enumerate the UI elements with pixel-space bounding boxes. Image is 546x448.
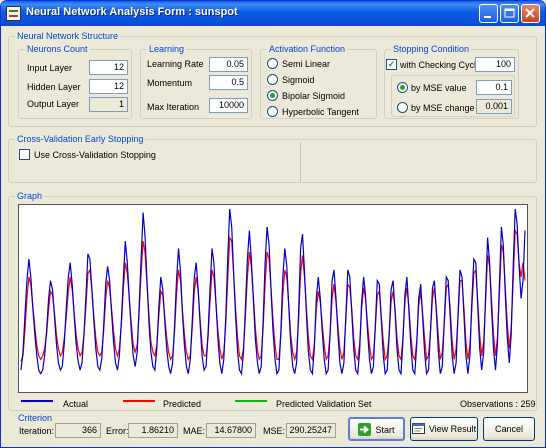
crossval-checkbox-label: Use Cross-Validation Stopping (34, 150, 156, 160)
momentum-field[interactable]: 0.5 (209, 75, 248, 90)
error-label: Error: (106, 426, 129, 436)
legend-predicted-swatch (123, 400, 155, 402)
start-button-label: Start (375, 425, 395, 435)
mae-label: MAE: (183, 426, 206, 436)
legend-predicted-label: Predicted (163, 399, 202, 409)
crossval-group-label: Cross-Validation Early Stopping (15, 134, 146, 144)
start-arrow-icon (358, 423, 372, 437)
output-layer-field: 1 (89, 97, 128, 112)
app-icon (6, 6, 21, 21)
semi-linear-label: Semi Linear (282, 59, 331, 69)
radio-hyperbolic-tangent[interactable] (267, 106, 278, 117)
legend-validation-label: Predicted Validation Set (276, 399, 372, 409)
max-iteration-label: Max Iteration (147, 102, 200, 112)
minimize-button[interactable] (479, 4, 498, 23)
checking-cycle-field[interactable]: 100 (475, 57, 515, 72)
actual-series-line (20, 208, 526, 376)
cancel-button-label: Cancel (494, 424, 523, 434)
title-bar[interactable]: Neural Network Analysis Form : sunspot (1, 1, 545, 26)
crossval-group: Cross-Validation Early Stopping (8, 134, 537, 183)
learning-group-label: Learning (147, 44, 187, 54)
view-result-button-label: View Result (428, 424, 477, 434)
bipolar-sigmoid-label: Bipolar Sigmoid (282, 91, 346, 101)
graph-group-label: Graph (15, 191, 45, 201)
checking-cycle-checkbox[interactable]: ✓ (386, 59, 397, 70)
maximize-icon (504, 8, 515, 18)
sigmoid-label: Sigmoid (282, 75, 315, 85)
mse-value-field[interactable]: 0.1 (476, 80, 512, 95)
cancel-button[interactable]: Cancel (483, 417, 535, 441)
stopping-group-label: Stopping Condition (391, 44, 472, 54)
chart-svg (20, 208, 526, 376)
main-window: Neural Network Analysis Form : sunspot N… (0, 0, 546, 448)
window-title: Neural Network Analysis Form : sunspot (26, 6, 238, 18)
start-button[interactable]: Start (348, 417, 405, 441)
legend-actual-label: Actual (63, 399, 89, 409)
hyperbolic-tangent-label: Hyperbolic Tangent (282, 107, 359, 117)
maximize-button[interactable] (500, 4, 519, 23)
activation-group-label: Activation Function (267, 44, 348, 54)
neurons-group-label: Neurons Count (25, 44, 90, 54)
observations-count: Observations : 259 (460, 399, 536, 409)
mae-value: 14.67800 (206, 423, 256, 438)
mse-change-label: by MSE change (411, 103, 475, 113)
momentum-label: Momentum (147, 78, 193, 88)
input-layer-field[interactable]: 12 (89, 60, 128, 75)
error-value: 1.86210 (128, 423, 178, 438)
criterion-label: Criterion (18, 413, 53, 423)
mse-value-label: by MSE value (411, 83, 467, 93)
learning-rate-label: Learning Rate (147, 59, 204, 69)
radio-bipolar-sigmoid[interactable] (267, 90, 278, 101)
radio-semi-linear[interactable] (267, 58, 278, 69)
radio-sigmoid[interactable] (267, 74, 278, 85)
radio-mse-value[interactable] (397, 82, 408, 93)
close-icon (525, 8, 535, 18)
minimize-icon (484, 16, 491, 18)
max-iteration-field[interactable]: 10000 (209, 98, 248, 113)
hidden-layer-field[interactable]: 12 (89, 79, 128, 94)
crossval-divider (300, 142, 301, 182)
view-result-button[interactable]: View Result (410, 417, 478, 441)
mse-change-field: 0.001 (476, 99, 512, 114)
legend-validation-swatch (235, 400, 267, 402)
close-button[interactable] (521, 4, 540, 23)
output-layer-label: Output Layer (27, 99, 80, 109)
checking-cycle-label: with Checking Cycle (400, 60, 482, 70)
learning-rate-field[interactable]: 0.05 (209, 57, 248, 72)
mse-value: 290.25247 (286, 423, 336, 438)
hidden-layer-label: Hidden Layer (27, 82, 81, 92)
input-layer-label: Input Layer (27, 63, 73, 73)
iteration-label: Iteration: (19, 426, 55, 436)
iteration-value: 366 (55, 423, 101, 438)
structure-group-label: Neural Network Structure (15, 31, 121, 41)
mse-label: MSE: (263, 426, 286, 436)
view-result-icon (411, 423, 425, 435)
crossval-checkbox[interactable] (19, 149, 30, 160)
legend-actual-swatch (21, 400, 53, 402)
chart-area (18, 204, 528, 393)
radio-mse-change[interactable] (397, 102, 408, 113)
